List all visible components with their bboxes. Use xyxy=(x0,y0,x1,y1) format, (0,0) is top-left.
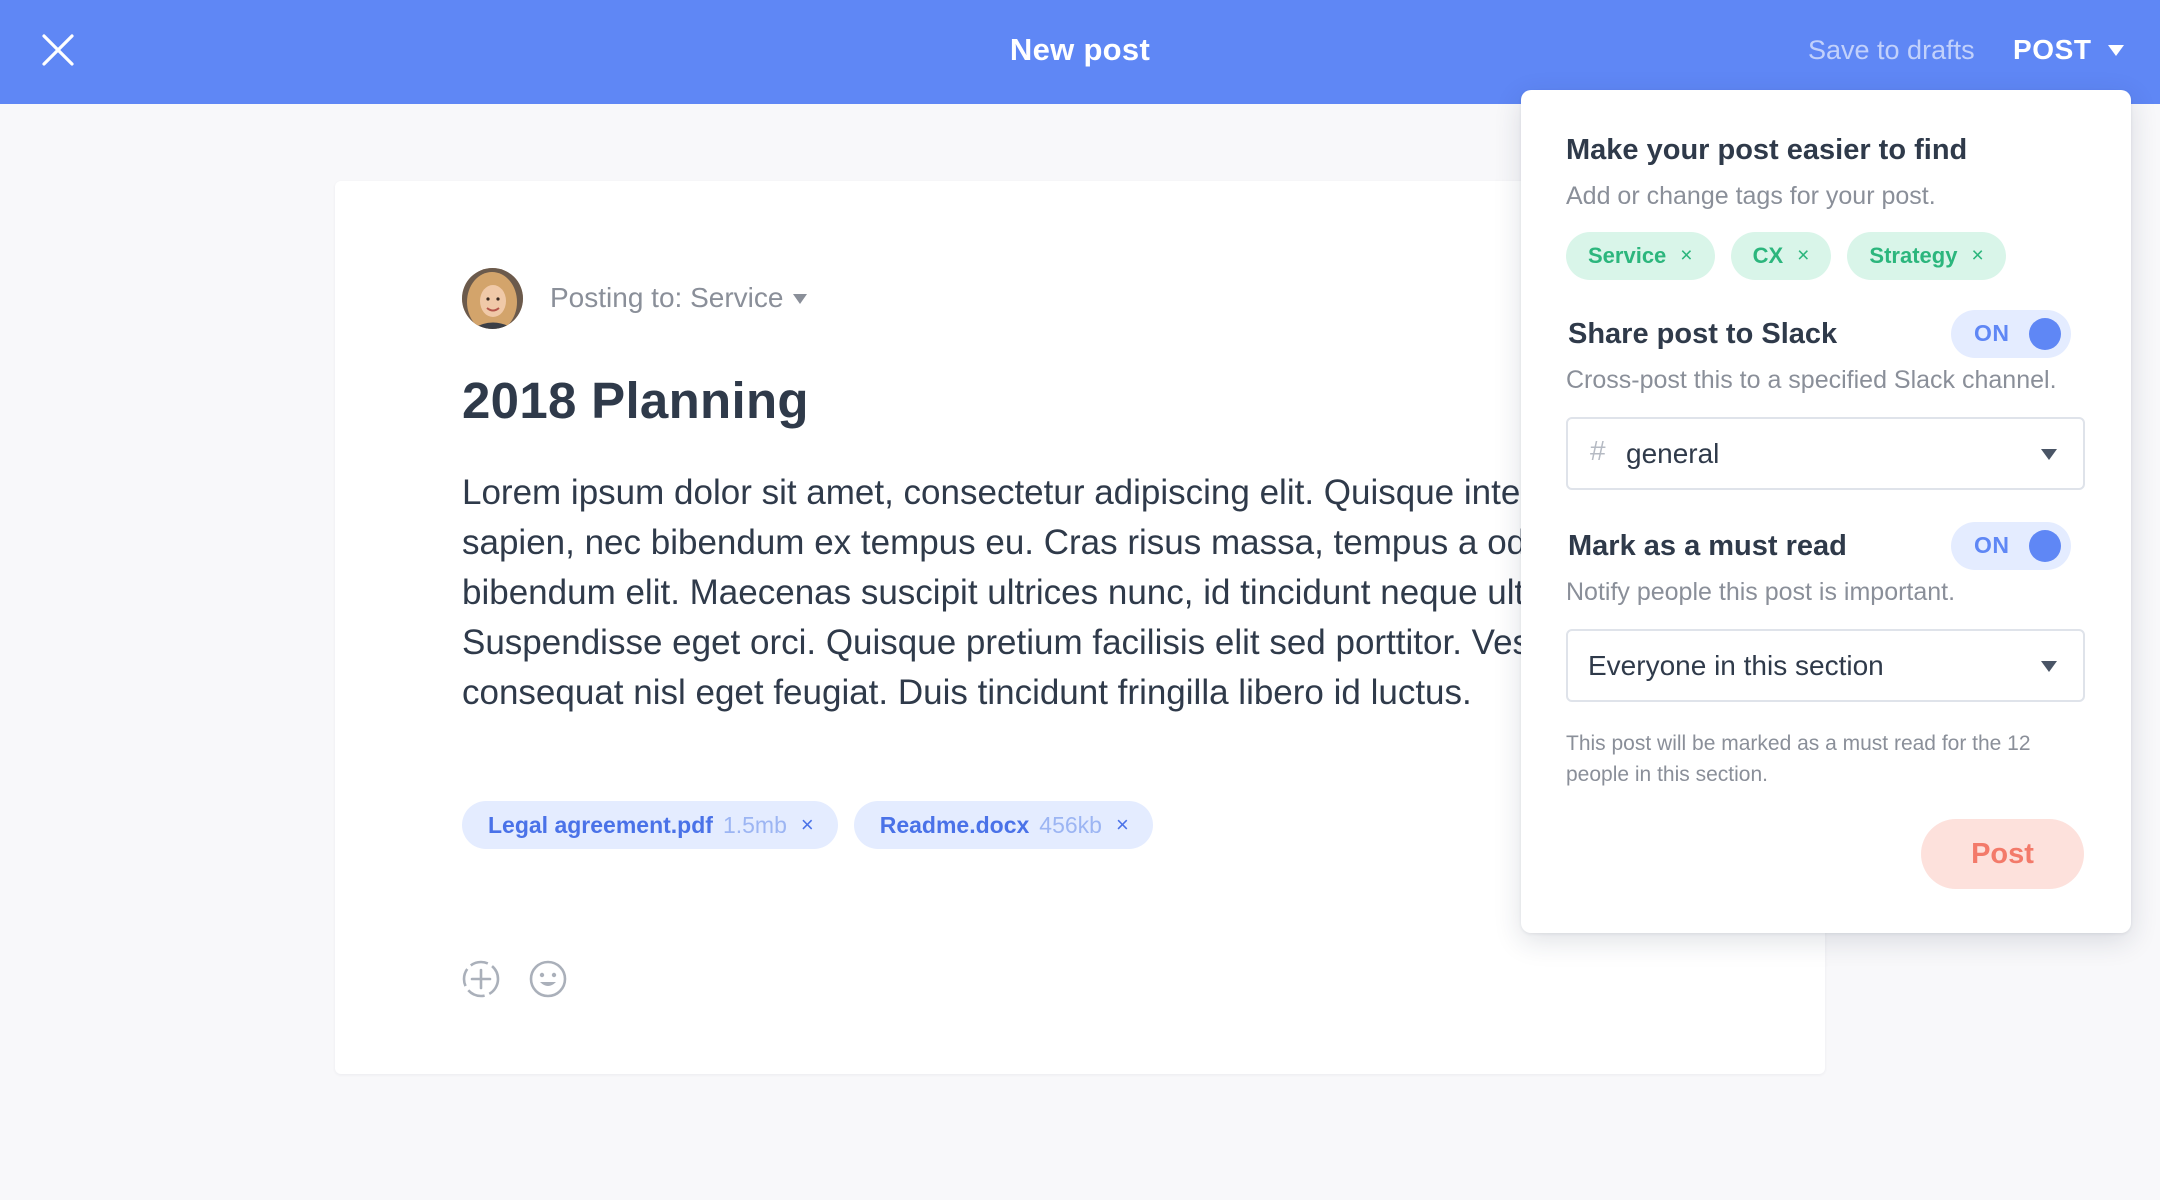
post-menu-label: POST xyxy=(2013,34,2092,65)
must-read-note: This post will be marked as a must read … xyxy=(1566,732,2031,786)
tag-list: Service × CX × Strategy × xyxy=(1566,232,2006,280)
post-options-panel: Make your post easier to find Add or cha… xyxy=(1521,90,2131,933)
attachment-size: 456kb xyxy=(1039,811,1102,838)
header-bar: New post Save to drafts POST xyxy=(0,0,2160,104)
posting-to-label: Posting to: Service xyxy=(550,282,784,313)
tag-label: Strategy xyxy=(1869,243,1958,268)
attachments-list: Legal agreement.pdf 1.5mb × Readme.docx … xyxy=(462,801,1153,849)
remove-icon[interactable]: × xyxy=(801,812,814,838)
audience-value: Everyone in this section xyxy=(1588,650,1884,681)
tag-chip[interactable]: Service × xyxy=(1566,232,1715,280)
audience-select[interactable]: Everyone in this section xyxy=(1566,629,2085,702)
slack-channel-value: general xyxy=(1626,438,1720,469)
must-read-toggle-label: ON xyxy=(1974,532,2010,558)
find-subtitle: Add or change tags for your post. xyxy=(1566,182,1936,210)
slack-heading: Share post to Slack xyxy=(1568,318,1838,350)
toggle-knob xyxy=(2029,530,2061,562)
emoji-icon[interactable] xyxy=(527,958,569,1000)
must-read-toggle[interactable]: ON xyxy=(1951,522,2071,570)
chevron-down-icon xyxy=(2107,44,2124,56)
add-attachment-glyph xyxy=(462,960,500,998)
attachment-name: Legal agreement.pdf xyxy=(488,811,713,838)
remove-icon[interactable]: × xyxy=(1680,244,1692,268)
slack-subtitle: Cross-post this to a specified Slack cha… xyxy=(1566,366,2057,394)
emoji-glyph xyxy=(529,960,567,998)
attachment-name: Readme.docx xyxy=(879,811,1030,838)
must-read-heading: Mark as a must read xyxy=(1568,530,1847,562)
tag-chip[interactable]: Strategy × xyxy=(1847,232,2006,280)
tag-chip[interactable]: CX × xyxy=(1730,232,1832,280)
must-read-subtitle: Notify people this post is important. xyxy=(1566,578,1956,606)
slack-toggle[interactable]: ON xyxy=(1951,310,2071,358)
post-menu-button[interactable]: POST xyxy=(2013,34,2124,66)
attachment-size: 1.5mb xyxy=(722,811,787,838)
find-heading: Make your post easier to find xyxy=(1566,134,1968,166)
remove-icon[interactable]: × xyxy=(1116,812,1129,838)
chevron-down-icon xyxy=(2041,449,2057,460)
remove-icon[interactable]: × xyxy=(1797,244,1809,268)
remove-icon[interactable]: × xyxy=(1971,244,1983,268)
slack-channel-select[interactable]: # general xyxy=(1566,417,2085,490)
attachment-chip[interactable]: Readme.docx 456kb × xyxy=(853,801,1153,849)
post-title[interactable]: 2018 Planning xyxy=(462,371,809,430)
posting-to-dropdown[interactable]: Posting to: Service xyxy=(550,282,808,314)
post-button[interactable]: Post xyxy=(1921,819,2084,889)
attachment-chip[interactable]: Legal agreement.pdf 1.5mb × xyxy=(462,801,838,849)
tag-label: Service xyxy=(1588,243,1667,268)
toggle-knob xyxy=(2029,318,2061,350)
save-to-drafts-button[interactable]: Save to drafts xyxy=(1808,35,1975,66)
add-attachment-icon[interactable] xyxy=(460,958,502,1000)
chevron-down-icon xyxy=(793,294,808,304)
tag-label: CX xyxy=(1752,243,1784,268)
chevron-down-icon xyxy=(2041,661,2057,672)
avatar xyxy=(462,268,523,329)
avatar-image xyxy=(462,268,523,329)
slack-toggle-label: ON xyxy=(1974,320,2010,346)
hash-icon: # xyxy=(1590,435,1606,466)
